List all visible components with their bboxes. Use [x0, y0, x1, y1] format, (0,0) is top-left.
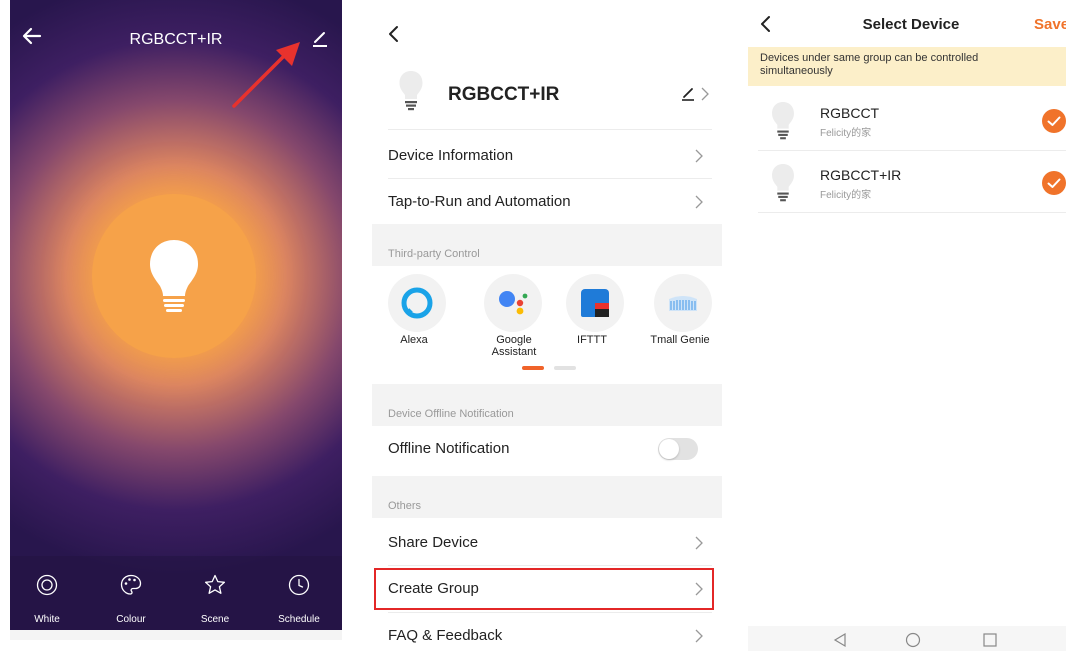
section-label: Third-party Control [388, 248, 480, 260]
row-offline-notification: Offline Notification [372, 426, 712, 472]
tmall-genie-icon [669, 296, 697, 311]
checkmark-circle-icon[interactable] [1042, 171, 1066, 195]
checkmark-circle-icon[interactable] [1042, 109, 1066, 133]
tab-scene[interactable]: Scene [180, 556, 250, 630]
mode-tab-bar: White Colour Scene Schedule [10, 556, 342, 630]
edit-name-icon[interactable] [680, 84, 714, 104]
ifttt-icon-circle [566, 274, 624, 332]
tab-label: Schedule [278, 614, 320, 625]
google-assistant-icon [499, 291, 528, 315]
nav-recents-icon[interactable] [982, 632, 998, 648]
google-assistant-icon-circle [484, 274, 542, 332]
device-name: RGBCCT+IR [820, 167, 902, 183]
alexa-icon [401, 287, 433, 319]
create-group-highlight-box [374, 568, 714, 610]
section-header-third-party: Third-party Control [372, 224, 722, 266]
ifttt-icon [581, 289, 609, 317]
clock-icon [288, 574, 310, 596]
third-party-label: Tmall Genie [650, 334, 710, 346]
device-settings-panel: RGBCCT+IR Device Information Tap-to-Run … [372, 0, 722, 651]
device-home: Felicity的家 [820, 128, 872, 139]
section-label: Device Offline Notification [388, 408, 514, 420]
third-party-label: Google Assistant [491, 334, 537, 358]
row-label: FAQ & Feedback [388, 627, 503, 644]
row-device-information[interactable]: Device Information [372, 133, 712, 179]
tmall-genie-icon-circle [654, 274, 712, 332]
tab-white[interactable]: White [12, 556, 82, 630]
row-label: Offline Notification [388, 440, 510, 457]
device-home: Felicity的家 [820, 190, 872, 201]
annotation-arrow-icon [232, 42, 300, 108]
chevron-right-icon [695, 149, 703, 163]
third-party-tmall-genie[interactable]: Tmall Genie [640, 274, 720, 364]
tab-label: Colour [116, 614, 146, 625]
back-chevron-icon[interactable] [386, 24, 402, 44]
page-indicator [522, 366, 576, 370]
row-label: Share Device [388, 534, 479, 551]
third-party-label: Alexa [400, 334, 428, 346]
lightbulb-icon [772, 163, 794, 202]
row-share-device[interactable]: Share Device [372, 520, 712, 566]
nav-home-icon[interactable] [905, 632, 921, 648]
chevron-right-icon [695, 629, 703, 643]
tab-label: Scene [200, 614, 230, 625]
white-mode-icon [36, 574, 58, 596]
offline-notification-toggle[interactable] [658, 438, 698, 460]
third-party-ifttt[interactable]: IFTTT [552, 274, 632, 364]
lightbulb-icon [772, 101, 794, 140]
lightbulb-icon [150, 240, 198, 312]
device-name: RGBCCT [820, 105, 880, 121]
lightbulb-icon [399, 71, 423, 111]
device-list-item[interactable]: RGBCCT Felicity的家 [748, 89, 1066, 151]
device-name: RGBCCT+IR [448, 84, 560, 105]
chevron-right-icon [695, 195, 703, 209]
device-list-item[interactable]: RGBCCT+IR Felicity的家 [748, 151, 1066, 213]
divider [758, 212, 1066, 213]
third-party-label: IFTTT [577, 334, 607, 346]
select-device-panel: Select Device Save Devices under same gr… [748, 0, 1066, 651]
bulb-power-button[interactable] [92, 194, 256, 358]
row-label: Tap-to-Run and Automation [388, 193, 571, 210]
section-header-others: Others [372, 476, 722, 518]
nav-back-icon[interactable] [832, 632, 848, 648]
system-nav-bar [10, 630, 342, 640]
device-header[interactable]: RGBCCT+IR [372, 60, 722, 130]
chevron-right-icon [695, 536, 703, 550]
edit-pencil-icon[interactable] [310, 28, 330, 48]
system-nav-bar [748, 626, 1066, 651]
third-party-alexa[interactable]: Alexa [374, 274, 454, 364]
row-faq-feedback[interactable]: FAQ & Feedback [372, 613, 712, 651]
tab-schedule[interactable]: Schedule [264, 556, 334, 630]
toggle-knob [659, 439, 679, 459]
third-party-google-assistant[interactable]: Google Assistant [462, 274, 566, 364]
star-icon [204, 574, 226, 594]
tab-label: White [34, 614, 60, 625]
save-button[interactable]: Save [1034, 16, 1066, 33]
tab-colour[interactable]: Colour [96, 556, 166, 630]
section-header-offline: Device Offline Notification [372, 384, 722, 426]
row-tap-to-run-automation[interactable]: Tap-to-Run and Automation [372, 179, 712, 225]
banner-text: Devices under same group can be controll… [760, 52, 979, 77]
palette-icon [120, 574, 142, 595]
info-banner: Devices under same group can be controll… [748, 47, 1066, 86]
alexa-icon-circle [388, 274, 446, 332]
section-label: Others [388, 500, 422, 512]
divider [388, 129, 712, 130]
row-label: Device Information [388, 147, 514, 164]
page-title: Select Device [862, 16, 960, 33]
